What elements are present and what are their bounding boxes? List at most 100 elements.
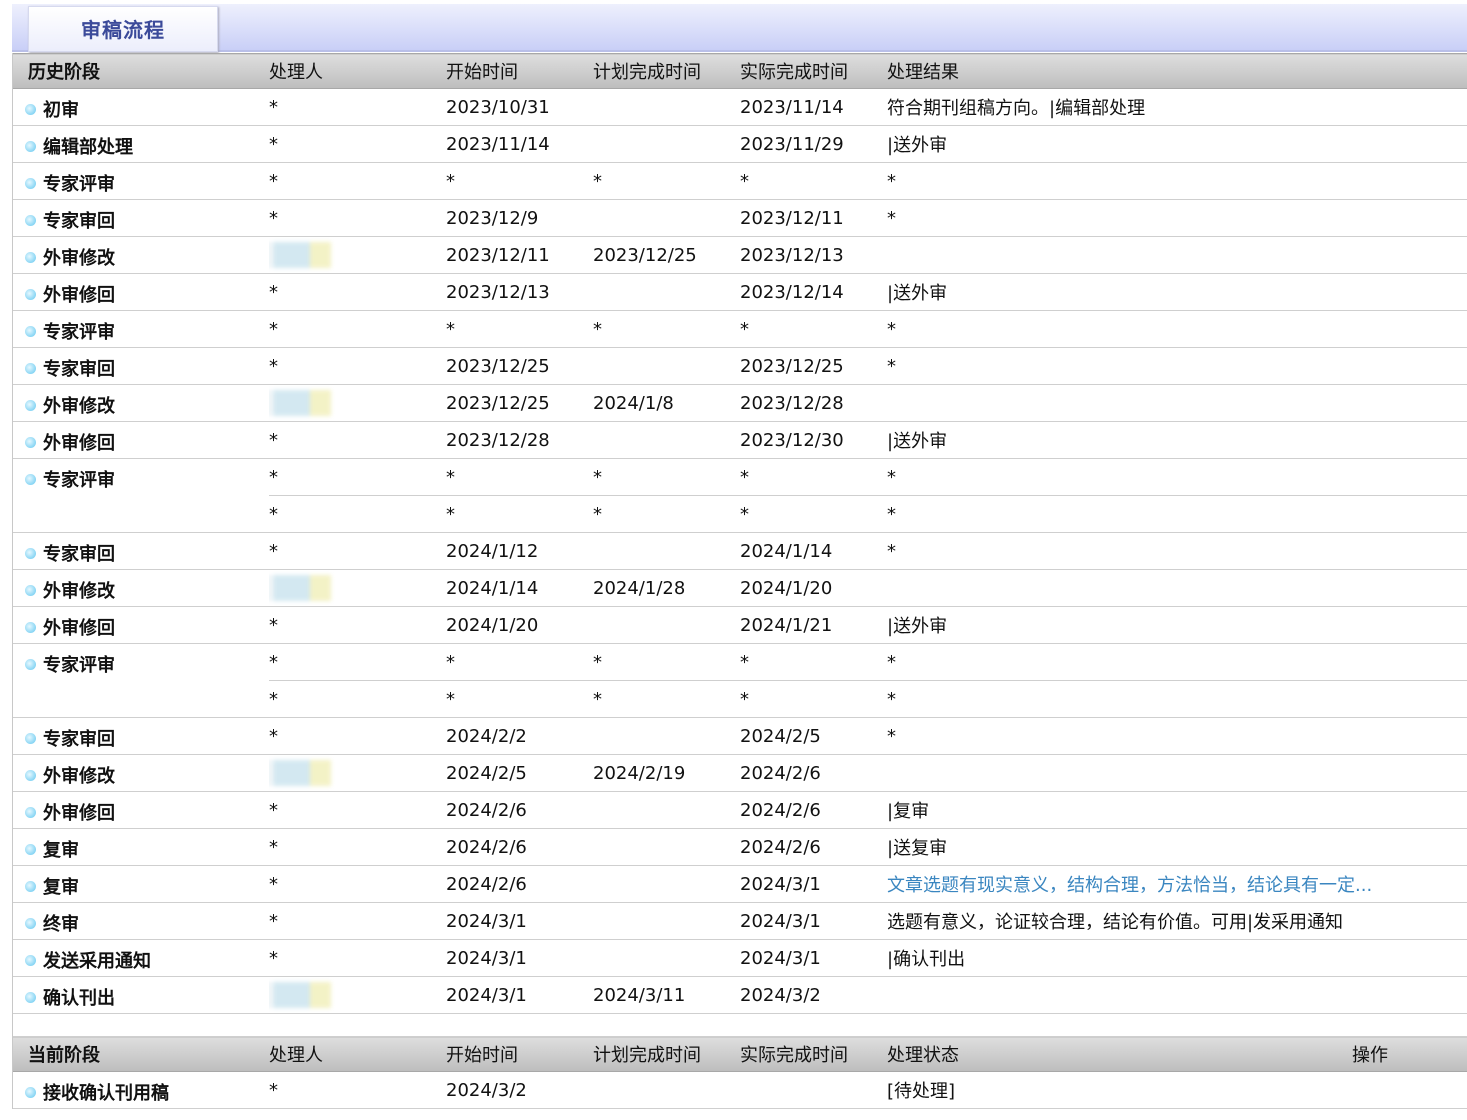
bullet-icon — [25, 141, 36, 152]
stage-cell: 接收确认刊用稿 — [13, 1071, 269, 1109]
actual-cell: 2023/11/29 — [740, 125, 887, 163]
spacer-row — [13, 1013, 1467, 1037]
current-header: 当前阶段 处理人 开始时间 计划完成时间 实际完成时间 处理状态 操作 — [13, 1036, 1467, 1072]
actual-cell: 2023/12/28 — [740, 384, 887, 422]
result-cell: |送外审 — [887, 421, 1467, 459]
start-cell: 2024/2/5 — [446, 754, 593, 792]
planned-cell — [593, 532, 740, 570]
result-cell: * — [887, 532, 1467, 570]
stage-name: 外审修回 — [43, 618, 115, 639]
handler-cell: * — [269, 680, 446, 718]
planned-cell — [593, 606, 740, 644]
col-header: 处理人 — [269, 53, 446, 89]
handler-cell: * — [269, 828, 446, 866]
tab-review-process[interactable]: 审稿流程 — [28, 6, 218, 52]
start-cell: * — [446, 310, 593, 348]
actual-cell: 2023/12/11 — [740, 199, 887, 237]
stage-name: 专家评审 — [43, 322, 115, 343]
actual-cell: 2024/1/21 — [740, 606, 887, 644]
stage-name: 复审 — [43, 877, 79, 898]
start-cell: 2023/12/25 — [446, 384, 593, 422]
tab-bar: 审稿流程 — [12, 4, 1467, 52]
history-row: 专家评审 * * * * * — [13, 643, 1467, 718]
actual-cell: 2024/2/5 — [740, 717, 887, 755]
stage-name: 外审修改 — [43, 248, 115, 269]
col-header: 处理状态 — [887, 1036, 1352, 1072]
actual-cell: * — [740, 310, 887, 348]
result-cell: |送外审 — [887, 125, 1467, 163]
handler-cell: * — [269, 273, 446, 311]
planned-cell: 2024/1/8 — [593, 384, 740, 422]
result-cell: * — [887, 717, 1467, 755]
actual-cell: 2024/2/6 — [740, 828, 887, 866]
result-cell: |送外审 — [887, 606, 1467, 644]
action-cell[interactable] — [1352, 1071, 1467, 1109]
handler-cell: * — [269, 347, 446, 385]
result-cell: * — [887, 199, 1467, 237]
stage-cell: 专家审回 — [13, 532, 269, 570]
planned-cell — [593, 865, 740, 903]
bullet-icon — [25, 622, 36, 633]
bullet-icon — [25, 585, 36, 596]
history-row: 外审修回 * 2024/2/6 2024/2/6 |复审 — [13, 791, 1467, 829]
stage-name: 专家评审 — [43, 470, 115, 491]
result-cell: 选题有意义，论证较合理，结论有价值。可用|发采用通知 — [887, 902, 1467, 940]
review-table-wrap: 历史阶段 处理人 开始时间 计划完成时间 实际完成时间 处理结果 初审 * 2023… — [12, 53, 1467, 1109]
bullet-icon — [25, 363, 36, 374]
handler-cell: * — [269, 1071, 446, 1109]
bullet-icon — [25, 104, 36, 115]
history-row: 编辑部处理 * 2023/11/14 2023/11/29 |送外审 — [13, 125, 1467, 163]
bullet-icon — [25, 326, 36, 337]
col-header: 实际完成时间 — [740, 1036, 887, 1072]
start-cell: * — [446, 458, 593, 496]
bullet-icon — [25, 289, 36, 300]
stage-name: 专家审回 — [43, 211, 115, 232]
actual-cell: * — [740, 458, 887, 496]
actual-cell: 2023/12/14 — [740, 273, 887, 311]
planned-cell — [593, 421, 740, 459]
result-cell: |确认刊出 — [887, 939, 1467, 977]
history-row: 复审 * 2024/2/6 2024/2/6 |送复审 — [13, 828, 1467, 866]
actual-cell: 2024/3/2 — [740, 976, 887, 1014]
bullet-icon — [25, 474, 36, 485]
bullet-icon — [25, 548, 36, 559]
actual-cell: 2024/2/6 — [740, 754, 887, 792]
result-cell: * — [887, 680, 1467, 718]
redacted-handler — [269, 982, 331, 1008]
actual-cell: 2024/2/6 — [740, 791, 887, 829]
result-cell: * — [887, 162, 1467, 200]
handler-cell: * — [269, 162, 446, 200]
history-row: 专家评审 * * * * * — [13, 310, 1467, 348]
review-table: 历史阶段 处理人 开始时间 计划完成时间 实际完成时间 处理结果 初审 * 2023… — [13, 53, 1467, 1109]
stage-cell: 专家评审 — [13, 310, 269, 348]
history-row: 外审修回 * 2023/12/28 2023/12/30 |送外审 — [13, 421, 1467, 459]
start-cell: 2024/1/14 — [446, 569, 593, 607]
start-cell: 2024/2/6 — [446, 828, 593, 866]
planned-cell — [593, 902, 740, 940]
history-row: 专家审回 * 2023/12/25 2023/12/25 * — [13, 347, 1467, 385]
actual-cell: * — [740, 680, 887, 718]
handler-cell — [269, 754, 446, 792]
stage-name: 确认刊出 — [43, 988, 115, 1009]
start-cell: 2023/12/9 — [446, 199, 593, 237]
actual-cell: * — [740, 495, 887, 533]
planned-cell — [593, 791, 740, 829]
handler-cell: * — [269, 717, 446, 755]
result-cell: * — [887, 495, 1467, 533]
result-cell: * — [887, 310, 1467, 348]
actual-cell: 2023/11/14 — [740, 88, 887, 126]
handler-cell: * — [269, 532, 446, 570]
result-cell: * — [887, 643, 1467, 681]
result-link[interactable]: 文章选题有现实意义，结构合理，方法恰当，结论具有一定... — [887, 875, 1372, 896]
handler-cell: * — [269, 495, 446, 533]
handler-cell: * — [269, 310, 446, 348]
actual-cell: * — [740, 162, 887, 200]
stage-cell: 外审修改 — [13, 754, 269, 792]
history-row: 发送采用通知 * 2024/3/1 2024/3/1 |确认刊出 — [13, 939, 1467, 977]
stage-name: 编辑部处理 — [43, 137, 133, 158]
handler-cell: * — [269, 606, 446, 644]
history-row: 外审修回 * 2024/1/20 2024/1/21 |送外审 — [13, 606, 1467, 644]
actual-cell: 2023/12/25 — [740, 347, 887, 385]
start-cell: * — [446, 643, 593, 681]
stage-cell: 编辑部处理 — [13, 125, 269, 163]
